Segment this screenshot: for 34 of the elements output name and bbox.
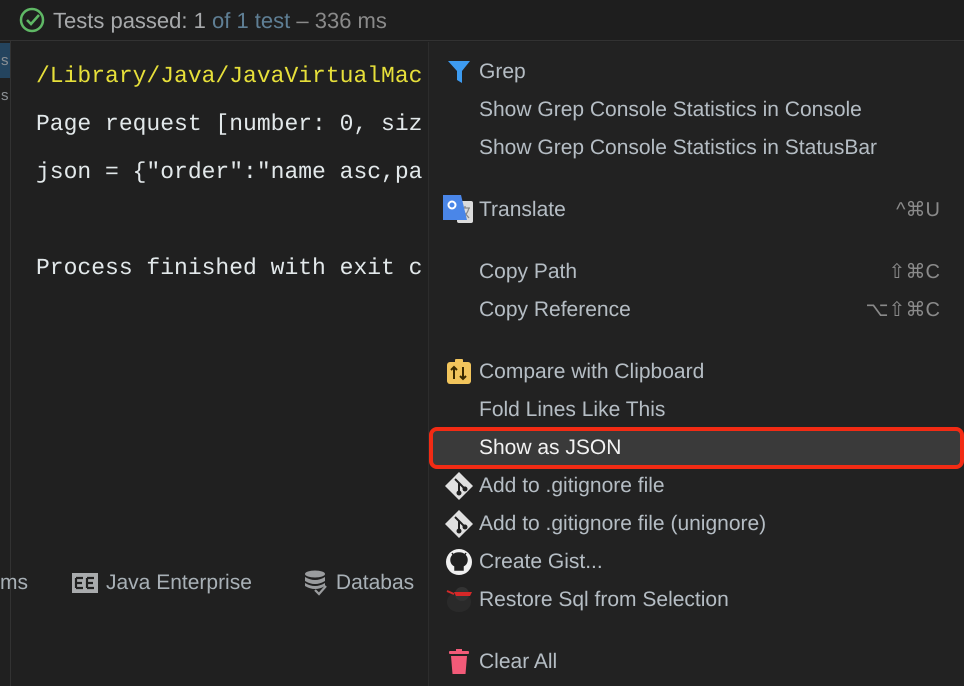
- shortcut-label: ⌥⇧⌘C: [866, 298, 940, 323]
- menu-item[interactable]: Show as JSON: [431, 429, 962, 467]
- menu-item[interactable]: Restore Sql from Selection: [431, 581, 962, 619]
- menu-item[interactable]: Copy Path ⇧⌘C: [431, 253, 962, 291]
- menu-item[interactable]: Create Gist...: [431, 543, 962, 581]
- tool-window-tab[interactable]: Java Enterprise: [72, 567, 252, 599]
- console-line: /Library/Java/JavaVirtualMac: [36, 62, 422, 91]
- shortcut-label: ⇧⌘C: [888, 260, 940, 285]
- diamond-branch-icon: [444, 509, 474, 539]
- menu-item[interactable]: Copy Reference ⌥⇧⌘C: [431, 291, 962, 329]
- menu-item[interactable]: Show Grep Console Statistics in StatusBar: [431, 129, 962, 167]
- filter-icon: [446, 59, 472, 85]
- menu-item[interactable]: Compare with Clipboard: [431, 353, 962, 391]
- menu-item[interactable]: Show Grep Console Statistics in Console: [431, 91, 962, 129]
- menu-item[interactable]: Translate ^⌘U: [431, 191, 962, 229]
- clipboard-arrows-icon: [446, 359, 472, 385]
- side-tab[interactable]: s: [0, 78, 10, 113]
- ee-icon: [72, 573, 98, 593]
- translate-icon: [443, 195, 475, 225]
- menu-item[interactable]: Add to .gitignore file (unignore): [431, 505, 962, 543]
- menu-item[interactable]: Fold Lines Like This: [431, 391, 962, 429]
- diamond-branch-icon: [444, 471, 474, 501]
- console-line: json = {"order":"name asc,pa: [36, 158, 422, 187]
- menu-item[interactable]: Clear All: [431, 643, 962, 681]
- console-line: Process finished with exit c: [36, 254, 422, 283]
- shortcut-label: ^⌘U: [896, 198, 940, 223]
- tool-window-tab[interactable]: ms: [0, 567, 28, 599]
- trash-icon: [448, 649, 470, 675]
- menu-item[interactable]: Grep: [431, 53, 962, 91]
- test-status: Tests passed: 1 of 1 test – 336 ms: [53, 6, 387, 35]
- database-icon: [304, 570, 328, 596]
- console-line: Page request [number: 0, siz: [36, 110, 422, 139]
- tool-window-tab[interactable]: Databas: [304, 567, 414, 599]
- menu-item[interactable]: Add to .gitignore file: [431, 467, 962, 505]
